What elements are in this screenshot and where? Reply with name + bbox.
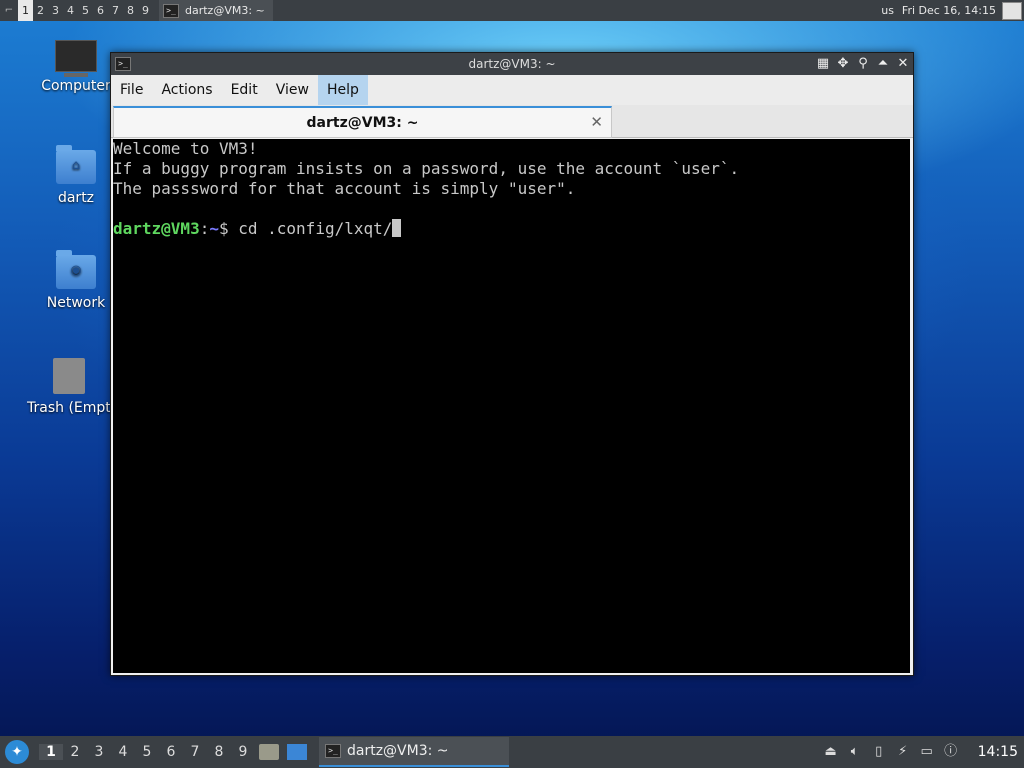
- workspace-1[interactable]: 1: [18, 0, 33, 21]
- window-app-icon[interactable]: >_: [115, 57, 131, 71]
- workspace-1[interactable]: 1: [39, 744, 63, 760]
- workspace-8[interactable]: 8: [207, 744, 231, 760]
- pin-icon[interactable]: ⚲: [855, 56, 871, 72]
- grid-icon[interactable]: ▦: [815, 56, 831, 72]
- menubar: File Actions Edit View Help: [111, 75, 913, 105]
- workspace-4[interactable]: 4: [63, 0, 78, 21]
- desktop-icon-label: Network: [46, 295, 106, 311]
- maximize-icon[interactable]: ⏶: [875, 56, 891, 72]
- workspace-4[interactable]: 4: [111, 744, 135, 760]
- top-taskbar-item[interactable]: >_ dartz@VM3: ~: [159, 0, 273, 21]
- desktop-icon-label: Computer: [41, 78, 111, 94]
- typed-command: cd .config/lxqt/: [238, 219, 393, 238]
- terminal-icon: >_: [163, 3, 179, 18]
- workspace-5[interactable]: 5: [135, 744, 159, 760]
- top-datetime[interactable]: Fri Dec 16, 14:15: [898, 4, 1000, 17]
- lxqt-start-icon[interactable]: ✦: [5, 740, 29, 764]
- home-folder-icon: ⌂: [56, 145, 96, 184]
- workspace-5[interactable]: 5: [78, 0, 93, 21]
- prompt-separator: :: [199, 219, 210, 238]
- keyboard-layout[interactable]: us: [877, 4, 898, 17]
- workspace-7[interactable]: 7: [183, 744, 207, 760]
- computer-icon: [55, 40, 97, 77]
- terminal-icon: >_: [325, 744, 341, 758]
- file-manager-icon[interactable]: [259, 744, 279, 760]
- workspace-7[interactable]: 7: [108, 0, 123, 21]
- close-icon[interactable]: ✕: [895, 56, 911, 72]
- desktop-icon-network[interactable]: ◉ Network: [31, 250, 121, 311]
- workspace-9[interactable]: 9: [231, 744, 255, 760]
- prompt-path: ~: [209, 219, 219, 238]
- terminal-line: The passsword for that account is simply…: [113, 179, 576, 198]
- menu-view[interactable]: View: [267, 75, 318, 105]
- update-icon[interactable]: ⓘ: [942, 744, 960, 760]
- move-icon[interactable]: ✥: [835, 56, 851, 72]
- clipboard-icon[interactable]: ▯: [870, 744, 888, 760]
- tab-close-icon[interactable]: ✕: [590, 113, 603, 131]
- desktop-icon-computer[interactable]: Computer: [31, 40, 121, 94]
- volume-icon[interactable]: 🔈︎: [846, 744, 864, 760]
- top-right-area: us Fri Dec 16, 14:15: [877, 0, 1024, 21]
- desktop-icon-home[interactable]: ⌂ dartz: [31, 145, 121, 206]
- workspace-2[interactable]: 2: [63, 744, 87, 760]
- desktop-icon-label: dartz: [57, 190, 95, 206]
- power-icon[interactable]: ⚡︎: [894, 744, 912, 760]
- terminal-output[interactable]: Welcome to VM3! If a buggy program insis…: [113, 139, 910, 673]
- terminal-tab[interactable]: dartz@VM3: ~ ✕: [113, 106, 612, 138]
- workspace-3[interactable]: 3: [87, 744, 111, 760]
- terminal-line: If a buggy program insists on a password…: [113, 159, 740, 178]
- prompt-symbol: $: [218, 219, 239, 238]
- top-task-title: dartz@VM3: ~: [185, 4, 265, 17]
- text-cursor: [392, 219, 402, 237]
- desktop-icon-trash[interactable]: Trash (Empty): [27, 358, 111, 416]
- tab-title: dartz@VM3: ~: [306, 114, 419, 131]
- menu-file[interactable]: File: [111, 75, 152, 105]
- prompt-user-host: dartz@VM3: [113, 219, 200, 238]
- show-desktop-icon[interactable]: [1002, 1, 1022, 20]
- terminal-line: Welcome to VM3!: [113, 139, 258, 158]
- desktop-switch-icon[interactable]: ⌐: [0, 0, 18, 21]
- top-workspace-switcher: 123456789: [18, 0, 153, 21]
- workspace-2[interactable]: 2: [33, 0, 48, 21]
- desktop-icon-label: Trash (Empty): [27, 400, 111, 416]
- bottom-taskbar-item[interactable]: >_ dartz@VM3: ~: [319, 737, 509, 767]
- top-panel: ⌐ 123456789 >_ dartz@VM3: ~ us Fri Dec 1…: [0, 0, 1024, 21]
- workspace-3[interactable]: 3: [48, 0, 63, 21]
- bottom-panel: ✦ 123456789 >_ dartz@VM3: ~ ⏏ 🔈︎ ▯ ⚡︎ ▭ …: [0, 736, 1024, 768]
- network-icon[interactable]: ▭: [918, 744, 936, 760]
- show-desktop-icon-bottom[interactable]: [287, 744, 307, 760]
- menu-help[interactable]: Help: [317, 75, 368, 105]
- terminal-window: >_ dartz@VM3: ~ ▦ ✥ ⚲ ⏶ ✕ File Actions E…: [110, 52, 914, 676]
- network-folder-icon: ◉: [56, 250, 96, 289]
- window-titlebar[interactable]: >_ dartz@VM3: ~ ▦ ✥ ⚲ ⏶ ✕: [111, 53, 913, 75]
- terminal-prompt-line: dartz@VM3:~$ cd .config/lxqt/: [113, 219, 910, 239]
- workspace-6[interactable]: 6: [93, 0, 108, 21]
- window-title: dartz@VM3: ~: [468, 57, 556, 71]
- workspace-9[interactable]: 9: [138, 0, 153, 21]
- bottom-workspace-switcher: 123456789: [39, 744, 255, 760]
- eject-icon[interactable]: ⏏: [822, 744, 840, 760]
- workspace-8[interactable]: 8: [123, 0, 138, 21]
- clock[interactable]: 14:15: [978, 744, 1018, 760]
- menu-actions[interactable]: Actions: [152, 75, 221, 105]
- bottom-task-title: dartz@VM3: ~: [347, 743, 449, 759]
- trash-icon: [53, 358, 85, 394]
- menu-edit[interactable]: Edit: [222, 75, 267, 105]
- system-tray: ⏏ 🔈︎ ▯ ⚡︎ ▭ ⓘ 14:15: [822, 744, 1024, 760]
- workspace-6[interactable]: 6: [159, 744, 183, 760]
- tab-bar: dartz@VM3: ~ ✕: [111, 105, 913, 138]
